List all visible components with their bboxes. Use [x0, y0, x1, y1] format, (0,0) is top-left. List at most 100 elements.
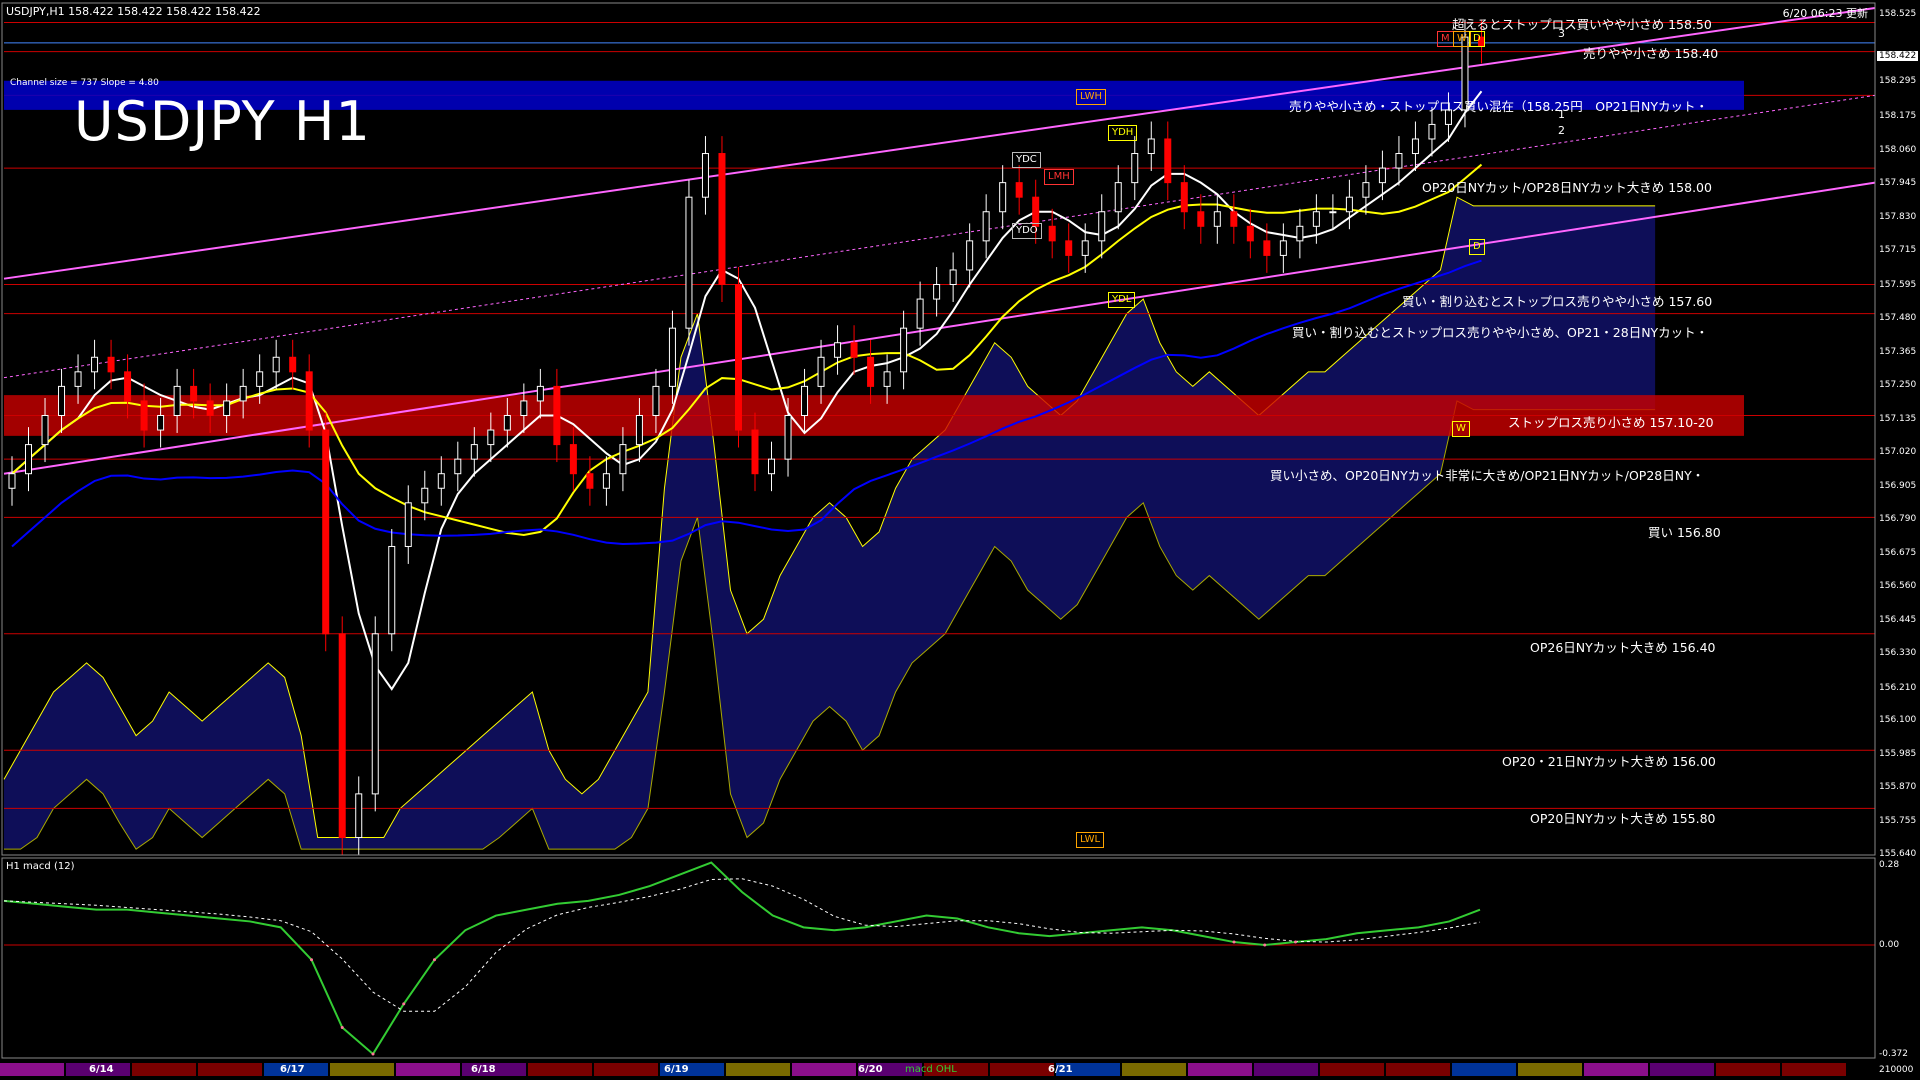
- candle-body: [1147, 138, 1155, 155]
- candle-body: [74, 371, 82, 387]
- candle-body: [1032, 196, 1040, 227]
- tag-d: D: [1469, 31, 1485, 47]
- note-level: 売りやや小さめ 158.40: [1583, 46, 1719, 61]
- candle-body: [1362, 182, 1370, 198]
- candle-body: [520, 400, 528, 416]
- macd-neg-point: [1263, 943, 1267, 947]
- candle-body: [1329, 211, 1337, 214]
- symbol-line: USDJPY,H1 158.422 158.422 158.422 158.42…: [6, 5, 261, 18]
- note-level: OP26日NYカット大きめ 156.40: [1530, 640, 1716, 655]
- candle-body: [1081, 240, 1089, 256]
- macd-neg-point: [371, 1052, 375, 1056]
- macd-neg-point: [1294, 940, 1297, 944]
- candle-body: [1213, 211, 1221, 227]
- price-chart[interactable]: [0, 0, 1920, 1080]
- candle-body: [421, 487, 429, 504]
- price-tick: 155.640: [1879, 849, 1917, 859]
- date-segment: [198, 1063, 262, 1076]
- channel-label: 1: [1558, 108, 1565, 121]
- candle-body: [503, 414, 511, 431]
- candle-body: [223, 400, 231, 416]
- candle-body: [322, 429, 330, 635]
- candle-body: [1263, 240, 1271, 256]
- price-tick: 158.060: [1879, 144, 1917, 155]
- candle-body: [1131, 153, 1139, 184]
- date-segment: [792, 1063, 856, 1076]
- price-tick: 156.445: [1879, 614, 1917, 625]
- date-segment: [1716, 1063, 1780, 1076]
- chart-title: USDJPY H1: [74, 90, 371, 153]
- macd-tick: 0.00: [1879, 940, 1900, 950]
- date-segment: [1386, 1063, 1450, 1076]
- date-segment: [1782, 1063, 1846, 1076]
- note-level: 買い・割り込むとストップロス売りやや小さめ、OP21・28日NYカット・: [1292, 325, 1709, 340]
- candle-body: [1428, 123, 1436, 140]
- price-tick: 157.945: [1879, 178, 1917, 189]
- price-tick: 156.330: [1879, 648, 1917, 659]
- candle-body: [454, 458, 462, 475]
- note-level: 超えるとストップロス買いやや小さめ 158.50: [1452, 17, 1712, 32]
- tag-ydc: YDC: [1012, 152, 1041, 168]
- date-label: 6/14: [89, 1064, 114, 1075]
- price-tick: 158.175: [1879, 111, 1917, 122]
- candle-body: [1279, 240, 1287, 256]
- candle-body: [933, 284, 941, 300]
- price-tick: 157.250: [1879, 380, 1917, 391]
- tag-ydl: YDL: [1108, 292, 1136, 308]
- candle-body: [553, 385, 561, 446]
- candle-body: [1015, 182, 1023, 198]
- candle-body: [536, 385, 544, 402]
- updated-timestamp: 6/20 06:23 更新: [1782, 7, 1868, 20]
- candle-body: [1312, 211, 1320, 227]
- candle-body: [834, 342, 842, 358]
- candle-body: [272, 356, 280, 373]
- note-level: 買い 156.80: [1648, 525, 1721, 540]
- candle-body: [734, 284, 742, 431]
- date-label: 6/19: [664, 1064, 689, 1075]
- price-tick: 158.525: [1879, 9, 1917, 20]
- candle-body: [206, 400, 214, 416]
- candle-body: [470, 444, 478, 460]
- candle-body: [107, 356, 115, 373]
- price-tick: 157.135: [1879, 413, 1917, 424]
- candle-body: [190, 385, 198, 402]
- tag-d-low: D: [1469, 239, 1485, 255]
- price-tick: 157.020: [1879, 447, 1917, 458]
- price-tick: 156.100: [1879, 715, 1917, 726]
- candle-body: [388, 545, 396, 635]
- candle-body: [1197, 211, 1205, 227]
- macd-neg-point: [402, 1002, 406, 1006]
- date-segment: [1584, 1063, 1648, 1076]
- candle-body: [355, 793, 363, 839]
- candle-body: [701, 153, 709, 198]
- candle-body: [801, 385, 809, 416]
- tag-lmh: LMH: [1044, 169, 1074, 185]
- date-segment: [0, 1063, 64, 1076]
- candle-body: [1395, 153, 1403, 169]
- candle-body: [25, 444, 33, 475]
- candle-body: [569, 444, 577, 475]
- macd-label: H1 macd (12): [6, 861, 75, 872]
- candle-body: [850, 342, 858, 358]
- candle-body: [999, 182, 1007, 213]
- candle-body: [900, 327, 908, 373]
- price-tick: 157.830: [1879, 211, 1917, 222]
- candle-body: [602, 473, 610, 489]
- date-segment: [594, 1063, 658, 1076]
- date-label: 6/18: [471, 1064, 496, 1075]
- candle-body: [256, 371, 264, 387]
- candle-body: [652, 385, 660, 416]
- channel-info: Channel size = 737 Slope = 4.80: [10, 78, 159, 88]
- candle-body: [8, 473, 16, 489]
- price-tick: 155.755: [1879, 815, 1917, 826]
- macd-tick: -0.372: [1879, 1049, 1909, 1059]
- candle-body: [157, 414, 165, 431]
- price-tick: 157.715: [1879, 245, 1917, 256]
- tag-w-low: W: [1452, 421, 1470, 437]
- candle-body: [371, 633, 379, 795]
- channel-label: 3: [1558, 27, 1565, 40]
- note-level: 売りやや小さめ・ストップロス買い混在（158.25円 OP21日NYカット・: [1289, 99, 1709, 114]
- macd-tick: 210000: [1879, 1065, 1914, 1075]
- date-label: 6/20: [858, 1064, 883, 1075]
- date-segment: [1452, 1063, 1516, 1076]
